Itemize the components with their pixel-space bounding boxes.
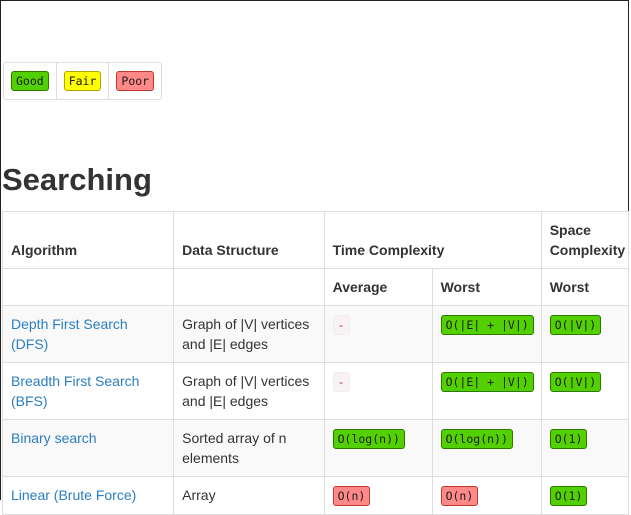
algorithm-link-linear[interactable]: Linear (Brute Force) xyxy=(11,487,136,503)
data-structure-cell: Array xyxy=(173,476,325,515)
subheader-worst: Worst xyxy=(431,268,542,306)
worst-cell: O(|E| + |V|) xyxy=(431,362,542,420)
complexity-badge-good: O(|E| + |V|) xyxy=(440,372,534,392)
header-space-complexity: Space Complexity xyxy=(540,211,630,269)
header-algorithm: Algorithm xyxy=(1,211,175,269)
complexity-badge-good: O(log(n)) xyxy=(332,429,405,449)
complexity-badge-good: O(|V|) xyxy=(549,315,602,335)
subheader-empty-data-structure xyxy=(173,268,325,306)
section-title: Searching xyxy=(2,162,152,197)
complexity-badge-none: - xyxy=(332,315,350,335)
table-row: Breadth First Search (BFS) Graph of |V| … xyxy=(1,362,630,420)
searching-table-wrapper: Algorithm Data Structure Time Complexity… xyxy=(1,211,630,515)
data-structure-cell: Graph of |V| vertices and |E| edges xyxy=(173,362,325,420)
average-cell: O(log(n)) xyxy=(323,419,433,477)
table-row: Linear (Brute Force) Array O(n) O(n) O(1… xyxy=(1,476,630,515)
space-cell: O(|V|) xyxy=(540,305,630,363)
algorithm-link-binary-search[interactable]: Binary search xyxy=(11,430,97,446)
table-header-row: Algorithm Data Structure Time Complexity… xyxy=(1,211,630,269)
algorithm-link-dfs[interactable]: Depth First Search (DFS) xyxy=(11,316,128,352)
header-data-structure: Data Structure xyxy=(173,211,325,269)
table-row: Depth First Search (DFS) Graph of |V| ve… xyxy=(1,305,630,363)
table-subheader-row: Average Worst Worst xyxy=(1,268,630,306)
algorithm-cell: Binary search xyxy=(1,419,175,477)
legend-badge-poor: Poor xyxy=(116,71,155,91)
legend-cell-good: Good xyxy=(4,63,57,99)
worst-cell: O(log(n)) xyxy=(431,419,542,477)
subheader-empty-algorithm xyxy=(1,268,175,306)
complexity-badge-none: - xyxy=(332,372,350,392)
complexity-badge-good: O(|E| + |V|) xyxy=(440,315,534,335)
complexity-badge-good: O(1) xyxy=(549,429,588,449)
space-cell: O(1) xyxy=(540,476,630,515)
worst-cell: O(n) xyxy=(431,476,542,515)
space-cell: O(1) xyxy=(540,419,630,477)
worst-cell: O(|E| + |V|) xyxy=(431,305,542,363)
average-cell: - xyxy=(323,362,433,420)
complexity-badge-poor: O(n) xyxy=(440,486,479,506)
complexity-badge-good: O(log(n)) xyxy=(440,429,513,449)
data-structure-cell: Graph of |V| vertices and |E| edges xyxy=(173,305,325,363)
average-cell: O(n) xyxy=(323,476,433,515)
space-cell: O(|V|) xyxy=(540,362,630,420)
algorithm-cell: Depth First Search (DFS) xyxy=(1,305,175,363)
average-cell: - xyxy=(323,305,433,363)
complexity-badge-good: O(1) xyxy=(549,486,588,506)
legend-cell-poor: Poor xyxy=(109,63,161,99)
table-row: Binary search Sorted array of n elements… xyxy=(1,419,630,477)
header-time-complexity: Time Complexity xyxy=(323,211,542,269)
complexity-legend: Good Fair Poor xyxy=(3,62,163,100)
legend-badge-good: Good xyxy=(11,71,49,91)
algorithm-cell: Linear (Brute Force) xyxy=(1,476,175,515)
algorithm-link-bfs[interactable]: Breadth First Search (BFS) xyxy=(11,373,139,409)
subheader-space-worst: Worst xyxy=(540,268,630,306)
algorithm-cell: Breadth First Search (BFS) xyxy=(1,362,175,420)
legend-cell-fair: Fair xyxy=(57,63,110,99)
searching-table: Algorithm Data Structure Time Complexity… xyxy=(1,211,630,515)
subheader-average: Average xyxy=(323,268,433,306)
complexity-badge-good: O(|V|) xyxy=(549,372,602,392)
data-structure-cell: Sorted array of n elements xyxy=(173,419,325,477)
complexity-badge-poor: O(n) xyxy=(332,486,371,506)
legend-badge-fair: Fair xyxy=(63,71,102,91)
